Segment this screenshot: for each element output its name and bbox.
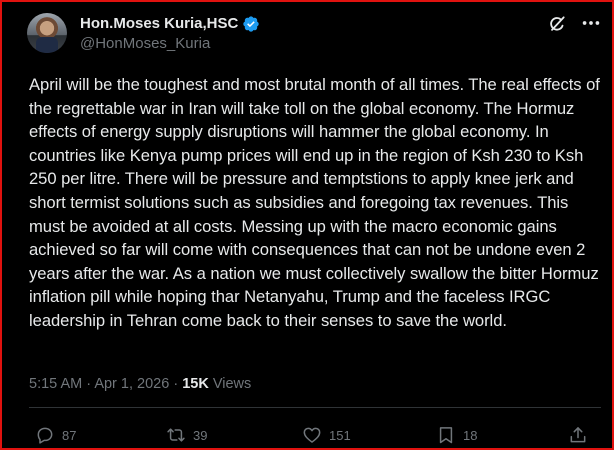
verified-badge-icon bbox=[243, 16, 260, 32]
share-button[interactable] bbox=[568, 425, 588, 445]
bookmark-count: 18 bbox=[463, 427, 478, 443]
heart-icon bbox=[303, 427, 321, 443]
like-button[interactable]: 151 bbox=[302, 425, 351, 445]
post-text: April will be the toughest and most brut… bbox=[29, 75, 600, 330]
meta-separator: · bbox=[86, 376, 92, 392]
bookmark-button[interactable]: 18 bbox=[436, 425, 477, 445]
avatar[interactable] bbox=[27, 13, 67, 53]
repost-icon bbox=[167, 428, 185, 442]
post-meta: 5:15 AM · Apr 1, 2026 · 15K Views bbox=[29, 374, 251, 394]
views-label: Views bbox=[212, 376, 252, 392]
views-count: 15K bbox=[182, 376, 209, 392]
bookmark-icon bbox=[439, 427, 453, 444]
post-frame: Hon.Moses Kuria,HSC @HonMoses_Kuria Apri… bbox=[0, 0, 614, 450]
repost-button[interactable]: 39 bbox=[166, 425, 207, 445]
post-date[interactable]: Apr 1, 2026 bbox=[94, 376, 169, 392]
reply-icon bbox=[37, 427, 53, 444]
share-icon bbox=[570, 427, 586, 443]
author-display-name[interactable]: Hon.Moses Kuria,HSC bbox=[80, 14, 238, 34]
author-name-row: Hon.Moses Kuria,HSC bbox=[80, 14, 260, 34]
divider bbox=[29, 407, 601, 408]
reply-button[interactable]: 87 bbox=[35, 425, 76, 445]
repost-count: 39 bbox=[193, 427, 208, 443]
reply-count: 87 bbox=[62, 427, 77, 443]
meta-separator-2: · bbox=[173, 376, 179, 392]
author-handle[interactable]: @HonMoses_Kuria bbox=[80, 34, 210, 54]
more-options-icon[interactable] bbox=[580, 12, 602, 34]
post-time[interactable]: 5:15 AM bbox=[29, 376, 82, 392]
like-count: 151 bbox=[329, 427, 351, 443]
grok-icon[interactable] bbox=[547, 14, 567, 34]
